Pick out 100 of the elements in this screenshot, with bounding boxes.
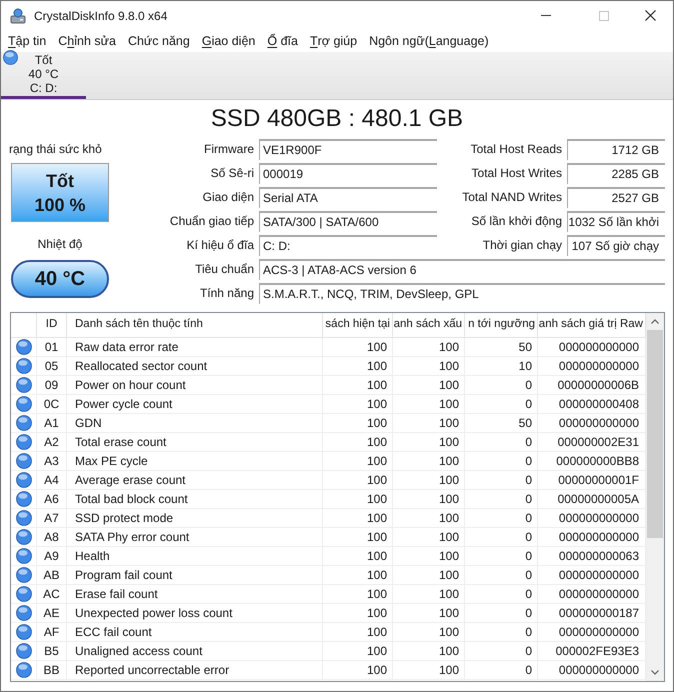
attribute-name-cell: Reallocated sector count: [67, 357, 323, 376]
value-cell: 100: [323, 376, 393, 395]
column-header[interactable]: n tới ngưỡng: [465, 313, 538, 338]
attribute-name-cell: SSD protect mode: [67, 509, 323, 528]
id-cell: 01: [37, 338, 67, 357]
chevron-up-icon: [651, 319, 659, 324]
id-cell: A1: [37, 414, 67, 433]
column-header[interactable]: sách hiện tại: [323, 313, 393, 338]
id-cell: AE: [37, 604, 67, 623]
info-field: 1712 GB: [567, 138, 665, 160]
value-cell: 50: [465, 414, 538, 433]
value-cell: 0: [465, 566, 538, 585]
menu-item[interactable]: Giao diện: [196, 30, 262, 52]
info-field: VE1R900F: [259, 138, 437, 160]
id-cell: A8: [37, 528, 67, 547]
menu-item[interactable]: Ngôn ngữ(Language): [363, 30, 495, 52]
value-cell: 100: [323, 547, 393, 566]
value-cell: 0: [465, 623, 538, 642]
id-cell: A6: [37, 490, 67, 509]
value-cell: 10: [465, 357, 538, 376]
column-header[interactable]: anh sách xấu: [393, 313, 465, 338]
value-cell: 0: [465, 585, 538, 604]
value-cell: 100: [323, 642, 393, 661]
attribute-name-cell: Total erase count: [67, 433, 323, 452]
value-cell: 100: [393, 585, 465, 604]
value-cell: 100: [323, 585, 393, 604]
value-cell: 100: [393, 471, 465, 490]
value-cell: 0: [465, 604, 538, 623]
value-cell: 100: [393, 376, 465, 395]
value-cell: 100: [393, 490, 465, 509]
field-label: Total NAND Writes: [462, 189, 562, 206]
attribute-name-cell: Program fail count: [67, 566, 323, 585]
menu-item[interactable]: Ổ đĩa: [261, 30, 304, 52]
value-cell: 100: [323, 338, 393, 357]
info-field: 1032 Số lần khởi: [567, 210, 665, 232]
info-field: S.M.A.R.T., NCQ, TRIM, DevSleep, GPL: [259, 282, 665, 304]
menu-item[interactable]: Trợ giúp: [304, 30, 364, 52]
value-cell: 100: [393, 642, 465, 661]
field-label: Số Sê-ri: [210, 165, 254, 182]
disk-tab[interactable]: Tốt 40 °C C: D:: [1, 52, 86, 99]
value-cell: 100: [323, 452, 393, 471]
info-field: SATA/300 | SATA/600: [259, 210, 437, 232]
column-header[interactable]: [11, 313, 37, 338]
value-cell: 100: [323, 604, 393, 623]
value-cell: 100: [393, 604, 465, 623]
value-cell: 0: [465, 490, 538, 509]
value-cell: 100: [393, 395, 465, 414]
value-cell: 100: [393, 452, 465, 471]
attribute-name-cell: Max PE cycle: [67, 452, 323, 471]
temperature-label: Nhiệt độ: [38, 236, 82, 253]
column-header[interactable]: ID: [37, 313, 67, 338]
info-field: ACS-3 | ATA8-ACS version 6: [259, 258, 665, 280]
column-header[interactable]: Danh sách tên thuộc tính: [67, 313, 323, 338]
menu-item[interactable]: Chức năng: [122, 30, 196, 52]
value-cell: 0: [465, 642, 538, 661]
field-label: Chuẩn giao tiếp: [170, 213, 254, 230]
info-field: 2285 GB: [567, 162, 665, 184]
temperature-button[interactable]: 40 °C: [11, 260, 109, 298]
value-cell: 100: [323, 566, 393, 585]
window-title: CrystalDiskInfo 9.8.0 x64: [34, 8, 168, 24]
attribute-name-cell: Raw data error rate: [67, 338, 323, 357]
attribute-name-cell: Unaligned access count: [67, 642, 323, 661]
attribute-name-cell: Average erase count: [67, 471, 323, 490]
id-cell: 0C: [37, 395, 67, 414]
value-cell: 100: [393, 509, 465, 528]
field-label: Thời gian chạy: [482, 237, 562, 254]
id-cell: A3: [37, 452, 67, 471]
value-cell: 0: [465, 661, 538, 680]
info-field: 2527 GB: [567, 186, 665, 208]
value-cell: 0: [465, 395, 538, 414]
id-cell: A9: [37, 547, 67, 566]
menu-item[interactable]: Tập tin: [2, 30, 52, 52]
value-cell: 100: [393, 414, 465, 433]
value-cell: 0: [465, 528, 538, 547]
status-dot-icon: [3, 50, 18, 65]
value-cell: 100: [323, 433, 393, 452]
value-cell: 100: [323, 414, 393, 433]
attribute-name-cell: Power cycle count: [67, 395, 323, 414]
field-label: Firmware: [204, 141, 254, 158]
field-label: Total Host Writes: [472, 165, 562, 182]
health-status-button[interactable]: Tốt 100 %: [11, 163, 109, 222]
value-cell: 0: [465, 509, 538, 528]
value-cell: 100: [393, 433, 465, 452]
value-cell: 100: [393, 357, 465, 376]
attribute-name-cell: GDN: [67, 414, 323, 433]
attribute-name-cell: Total bad block count: [67, 490, 323, 509]
id-cell: 09: [37, 376, 67, 395]
value-cell: 100: [323, 661, 393, 680]
attribute-name-cell: Erase fail count: [67, 585, 323, 604]
attribute-name-cell: ECC fail count: [67, 623, 323, 642]
menu-item[interactable]: Chỉnh sửa: [52, 30, 122, 52]
value-cell: 50: [465, 338, 538, 357]
field-label: Giao diện: [202, 189, 254, 206]
value-cell: 0: [465, 471, 538, 490]
value-cell: 0: [465, 452, 538, 471]
scrollbar-track[interactable]: [646, 313, 664, 681]
id-cell: B5: [37, 642, 67, 661]
id-cell: AC: [37, 585, 67, 604]
scrollbar-thumb[interactable]: [647, 330, 663, 538]
attribute-name-cell: Reported uncorrectable error: [67, 661, 323, 680]
